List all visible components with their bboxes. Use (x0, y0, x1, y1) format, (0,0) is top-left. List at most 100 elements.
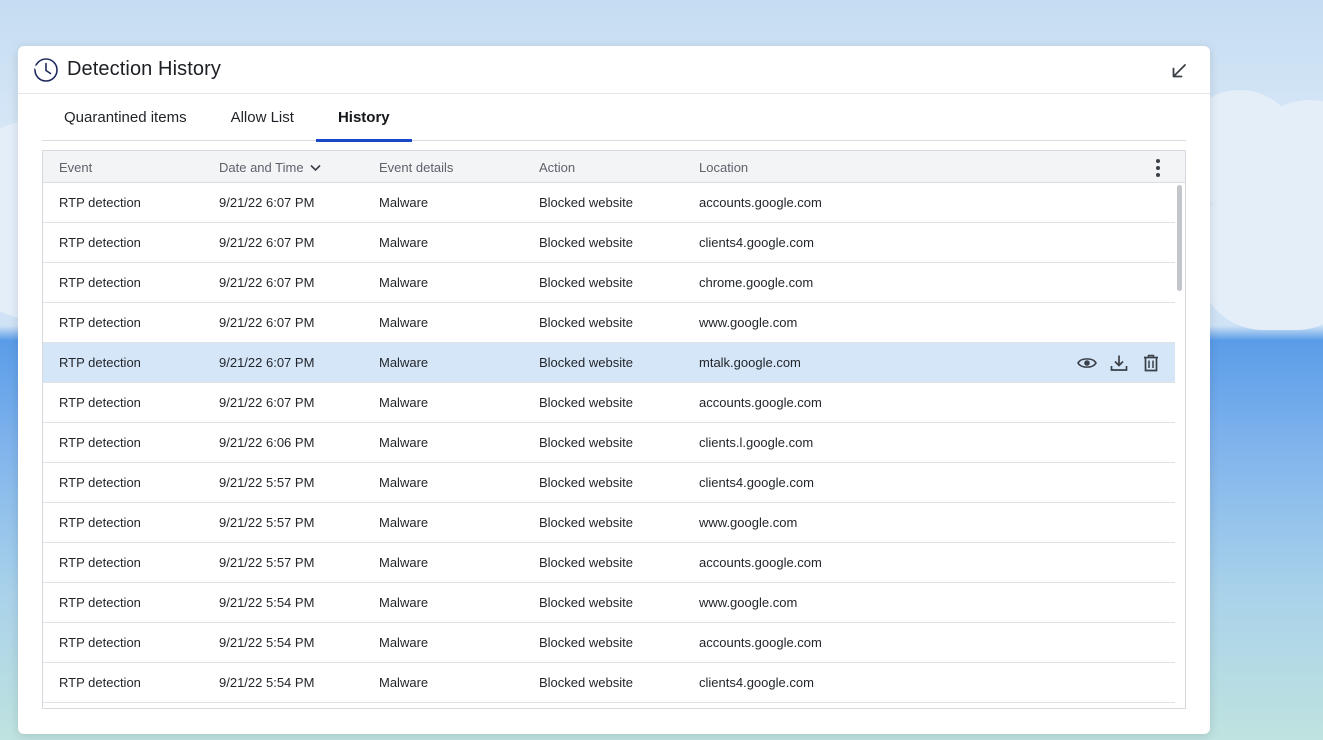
cell-event-details: Malware (379, 635, 429, 650)
cell-date: 9/21/22 6:06 PM (219, 435, 315, 450)
cell-event-details: Malware (379, 235, 429, 250)
table-row[interactable]: RTP detection 9/21/22 5:54 PM Malware Bl… (43, 663, 1175, 703)
cell-location: accounts.google.com (699, 635, 822, 650)
cell-date: 9/21/22 6:07 PM (219, 235, 315, 250)
cell-date: 9/21/22 6:07 PM (219, 275, 315, 290)
eye-icon[interactable] (1077, 352, 1097, 374)
scrollbar[interactable] (1177, 185, 1182, 291)
background-cloud (1200, 180, 1323, 330)
cell-location: www.google.com (699, 315, 798, 330)
cell-location: clients4.google.com (699, 675, 814, 690)
cell-location: chrome.google.com (699, 275, 814, 290)
cell-location: clients4.google.com (699, 475, 814, 490)
table-row[interactable]: RTP detection 9/21/22 5:57 PM Malware Bl… (43, 543, 1175, 583)
cell-event: RTP detection (59, 635, 141, 650)
column-header-date-label: Date and Time (219, 160, 304, 175)
cell-event-details: Malware (379, 195, 429, 210)
cell-date: 9/21/22 6:07 PM (219, 395, 315, 410)
cell-action: Blocked website (539, 195, 633, 210)
tab-bar: Quarantined items Allow List History (42, 94, 1186, 142)
table-row[interactable]: RTP detection 9/21/22 6:07 PM Malware Bl… (43, 223, 1175, 263)
cell-date: 9/21/22 5:57 PM (219, 515, 315, 530)
tab-label: Allow List (230, 109, 294, 126)
cell-location: mtalk.google.com (699, 355, 801, 370)
column-header-location[interactable]: Location (699, 160, 748, 175)
cell-action: Blocked website (539, 435, 633, 450)
cell-date: 9/21/22 6:07 PM (219, 195, 315, 210)
cell-action: Blocked website (539, 675, 633, 690)
cell-event: RTP detection (59, 355, 141, 370)
trash-icon[interactable] (1141, 352, 1161, 374)
cell-action: Blocked website (539, 475, 633, 490)
tab-label: History (337, 109, 390, 126)
column-header-event-details[interactable]: Event details (379, 160, 453, 175)
cell-date: 9/21/22 5:57 PM (219, 555, 315, 570)
cell-event-details: Malware (379, 395, 429, 410)
cell-action: Blocked website (539, 595, 633, 610)
cell-event-details: Malware (379, 595, 429, 610)
cell-location: accounts.google.com (699, 555, 822, 570)
more-options-icon[interactable] (1151, 158, 1165, 178)
tab-allow-list[interactable]: Allow List (209, 94, 316, 141)
cell-event: RTP detection (59, 475, 141, 490)
chevron-down-icon (309, 164, 321, 172)
cell-action: Blocked website (539, 275, 633, 290)
column-header-date[interactable]: Date and Time (219, 160, 321, 175)
table-row[interactable]: RTP detection 9/21/22 6:07 PM Malware Bl… (43, 303, 1175, 343)
table-row[interactable]: RTP detection 9/21/22 6:07 PM Malware Bl… (43, 383, 1175, 423)
detection-history-panel: Detection History Quarantined items Allo… (18, 46, 1210, 734)
cell-location: clients4.google.com (699, 235, 814, 250)
cell-event-details: Malware (379, 435, 429, 450)
cell-event: RTP detection (59, 195, 141, 210)
table-header: Event Date and Time Event details Action… (43, 151, 1185, 183)
cell-event: RTP detection (59, 595, 141, 610)
cell-action: Blocked website (539, 395, 633, 410)
cell-action: Blocked website (539, 515, 633, 530)
table-row[interactable]: RTP detection 9/21/22 6:07 PM Malware Bl… (43, 343, 1175, 383)
cell-event-details: Malware (379, 475, 429, 490)
history-table: Event Date and Time Event details Action… (42, 150, 1186, 709)
cell-location: accounts.google.com (699, 395, 822, 410)
cell-action: Blocked website (539, 315, 633, 330)
cell-date: 9/21/22 5:54 PM (219, 595, 315, 610)
tab-label: Quarantined items (64, 109, 187, 126)
cell-event: RTP detection (59, 555, 141, 570)
collapse-arrow-icon[interactable] (1168, 60, 1190, 82)
table-row[interactable]: RTP detection 9/21/22 6:06 PM Malware Bl… (43, 423, 1175, 463)
page-title: Detection History (67, 58, 221, 80)
table-body: RTP detection 9/21/22 6:07 PM Malware Bl… (43, 183, 1185, 703)
cell-location: www.google.com (699, 595, 798, 610)
tab-quarantined-items[interactable]: Quarantined items (42, 94, 209, 141)
cell-event: RTP detection (59, 675, 141, 690)
column-header-action[interactable]: Action (539, 160, 575, 175)
cell-action: Blocked website (539, 635, 633, 650)
cell-date: 9/21/22 6:07 PM (219, 355, 315, 370)
cell-location: accounts.google.com (699, 195, 822, 210)
column-header-event[interactable]: Event (59, 160, 92, 175)
cell-event-details: Malware (379, 315, 429, 330)
table-row[interactable]: RTP detection 9/21/22 5:54 PM Malware Bl… (43, 623, 1175, 663)
cell-event-details: Malware (379, 355, 429, 370)
panel-header: Detection History (18, 46, 1210, 94)
row-actions (1077, 352, 1161, 374)
cell-action: Blocked website (539, 555, 633, 570)
table-row[interactable]: RTP detection 9/21/22 5:57 PM Malware Bl… (43, 503, 1175, 543)
table-row[interactable]: RTP detection 9/21/22 5:57 PM Malware Bl… (43, 463, 1175, 503)
download-icon[interactable] (1109, 352, 1129, 374)
cell-action: Blocked website (539, 235, 633, 250)
cell-date: 9/21/22 5:57 PM (219, 475, 315, 490)
table-row[interactable]: RTP detection 9/21/22 5:54 PM Malware Bl… (43, 583, 1175, 623)
cell-action: Blocked website (539, 355, 633, 370)
cell-event-details: Malware (379, 555, 429, 570)
clock-icon (33, 57, 59, 83)
cell-event: RTP detection (59, 235, 141, 250)
tab-history[interactable]: History (315, 94, 412, 142)
cell-event-details: Malware (379, 675, 429, 690)
table-row[interactable]: RTP detection 9/21/22 6:07 PM Malware Bl… (43, 183, 1175, 223)
cell-date: 9/21/22 5:54 PM (219, 635, 315, 650)
cell-location: www.google.com (699, 515, 798, 530)
cell-event: RTP detection (59, 515, 141, 530)
cell-event-details: Malware (379, 515, 429, 530)
cell-event-details: Malware (379, 275, 429, 290)
table-row[interactable]: RTP detection 9/21/22 6:07 PM Malware Bl… (43, 263, 1175, 303)
